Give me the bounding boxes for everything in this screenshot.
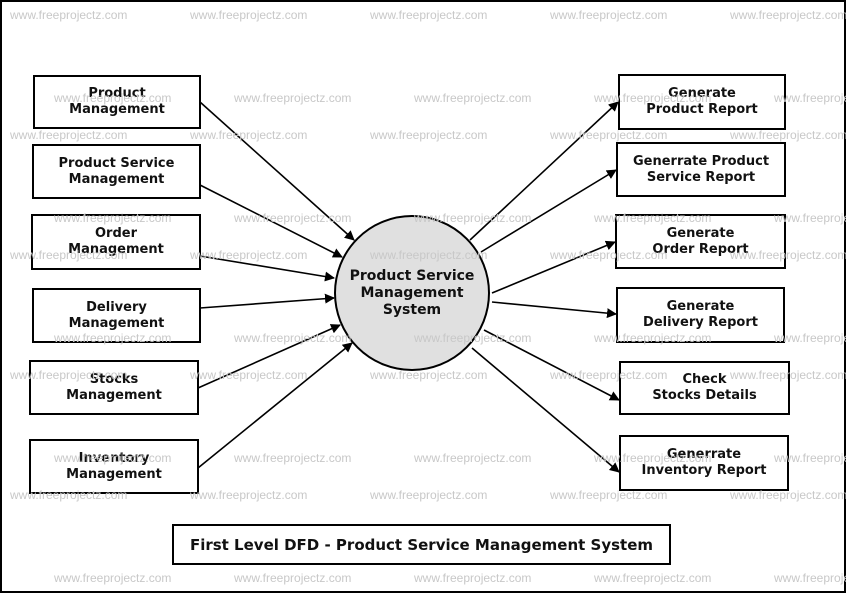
output-generrate-product-service-report[interactable]: Generrate Product Service Report <box>616 142 786 197</box>
output-generate-product-report[interactable]: Generate Product Report <box>618 74 786 130</box>
entity-label: Product Service Management <box>58 155 175 187</box>
output-check-stocks-details[interactable]: Check Stocks Details <box>619 361 790 415</box>
entity-inventory-management[interactable]: Inventory Management <box>29 439 199 494</box>
arrow-product-service-management <box>199 184 343 258</box>
central-process-label: Product Service Management System <box>349 267 475 318</box>
arrow-delivery-management <box>199 293 335 309</box>
output-label: Generrate Product Service Report <box>632 153 770 185</box>
output-label: Generate Product Report <box>646 86 758 117</box>
entity-label: Delivery Management <box>68 299 165 331</box>
entity-product-service-management[interactable]: Product Service Management <box>32 144 201 199</box>
output-generate-delivery-report[interactable]: Generate Delivery Report <box>616 287 785 343</box>
entity-delivery-management[interactable]: Delivery Management <box>32 288 201 343</box>
entity-label: Product Management <box>69 86 165 117</box>
output-label: Check Stocks Details <box>652 372 757 403</box>
entity-label: Order Management <box>68 226 164 257</box>
central-process[interactable]: Product Service Management System <box>334 215 490 371</box>
arrow-generate-product-report <box>469 101 619 241</box>
arrow-generrate-inventory-report <box>471 347 620 473</box>
arrow-order-management <box>199 255 335 282</box>
arrow-generate-order-report <box>491 240 616 294</box>
diagram-title-text: First Level DFD - Product Service Manage… <box>189 535 654 554</box>
entity-order-management[interactable]: Order Management <box>31 214 201 270</box>
entity-label: Inventory Management <box>66 450 162 482</box>
output-label: Generate Delivery Report <box>643 299 758 330</box>
entity-product-management[interactable]: Product Management <box>33 75 201 129</box>
diagram-title: First Level DFD - Product Service Manage… <box>172 524 671 565</box>
output-label: Generate Order Report <box>652 225 749 257</box>
arrow-product-management <box>199 101 355 241</box>
arrow-inventory-management <box>197 342 353 469</box>
arrow-check-stocks-details <box>483 329 620 401</box>
entity-label: Stocks Management <box>66 371 162 403</box>
arrow-generate-delivery-report <box>491 301 617 319</box>
entity-stocks-management[interactable]: Stocks Management <box>29 360 199 415</box>
output-generrate-inventory-report[interactable]: Generrate Inventory Report <box>619 435 789 491</box>
arrow-stocks-management <box>197 324 341 389</box>
output-label: Generrate Inventory Report <box>641 447 767 478</box>
output-generate-order-report[interactable]: Generate Order Report <box>615 214 786 269</box>
